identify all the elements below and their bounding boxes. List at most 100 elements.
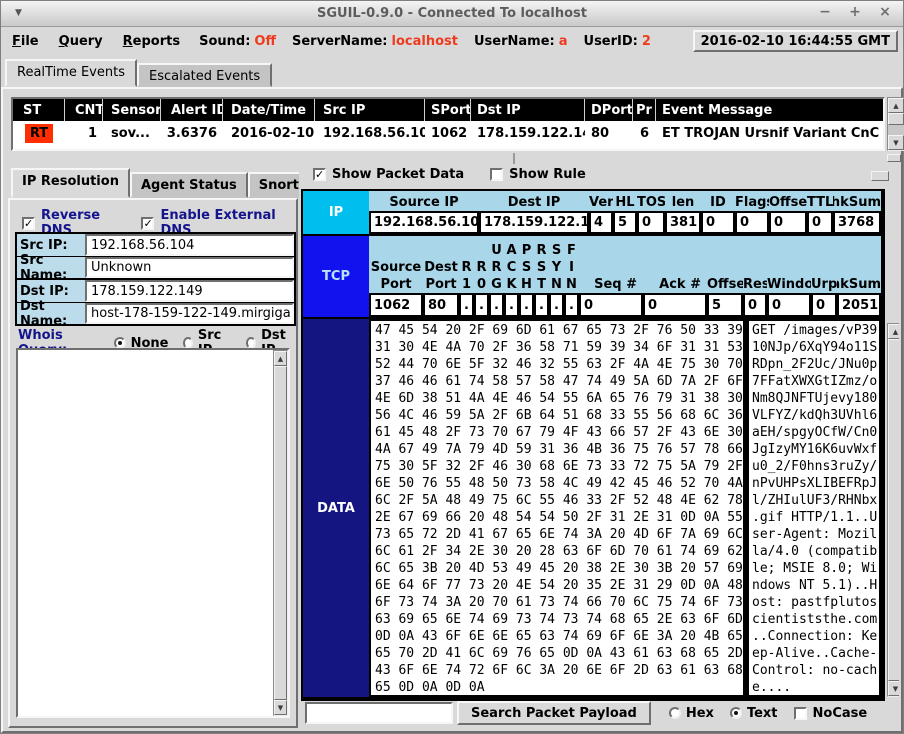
clock: 2016-02-10 16:44:55 GMT xyxy=(693,30,898,52)
tab-realtime-events[interactable]: RealTime Events xyxy=(5,59,137,87)
checkbox-empty-icon xyxy=(794,707,807,720)
col-dst-ip: Dst IP xyxy=(471,99,585,121)
main-tabbar: RealTime Events Escalated Events xyxy=(5,59,272,87)
tab-ip-resolution[interactable]: IP Resolution xyxy=(11,168,130,198)
show-rule-checkbox[interactable]: Show Rule xyxy=(490,167,586,182)
dst-name-field[interactable]: host-178-159-122-149.mirgiga.net xyxy=(85,303,294,324)
ascii-dump-text: GET /images/vP39 10NJp/6XqY94o11S RDpn_2… xyxy=(747,319,881,697)
close-icon[interactable]: × xyxy=(877,4,893,20)
menu-reports[interactable]: Reports xyxy=(120,32,183,51)
tab-escalated-events[interactable]: Escalated Events xyxy=(137,63,272,87)
scroll-thumb[interactable] xyxy=(274,366,287,700)
minimize-icon[interactable]: − xyxy=(817,4,833,20)
event-table-scrollbar[interactable]: ▲ ▼ xyxy=(887,97,904,151)
tab-agent-status[interactable]: Agent Status xyxy=(130,172,248,198)
dst-ip-field[interactable]: 178.159.122.149 xyxy=(85,280,294,302)
tcp-val-window: 0 xyxy=(767,293,811,317)
src-ip-field[interactable]: 192.168.56.104 xyxy=(85,234,294,256)
scroll-thumb[interactable] xyxy=(888,113,904,125)
show-packet-data-checkbox[interactable]: ✓ Show Packet Data xyxy=(313,167,464,182)
packet-pane-grip[interactable] xyxy=(871,171,889,181)
tcp-hdr-r0: R 0 xyxy=(474,259,489,293)
tab-snort-statistics[interactable]: Snort Stati xyxy=(248,172,299,198)
scroll-down-icon[interactable]: ▼ xyxy=(888,681,899,696)
tcp-section-label: TCP xyxy=(303,236,369,317)
menu-file[interactable]: File xyxy=(9,32,42,51)
scroll-up-icon[interactable]: ▲ xyxy=(888,324,899,339)
payload-scrollbar[interactable]: ▲ ▼ xyxy=(887,323,899,697)
src-name-field[interactable]: Unknown xyxy=(85,257,294,278)
servername-value: localhost xyxy=(392,34,458,49)
left-tabbar: IP Resolution Agent Status Snort Stati xyxy=(11,167,299,198)
sound-value: Off xyxy=(254,34,276,49)
sound-label: Sound: xyxy=(199,34,250,49)
username-value: a xyxy=(559,34,568,49)
nocase-label: NoCase xyxy=(813,706,868,721)
scroll-up-icon[interactable]: ▲ xyxy=(888,98,904,113)
hex-dump-text: 47 45 54 20 2F 69 6D 61 67 65 73 2F 76 5… xyxy=(369,319,745,697)
dest-host-group: Dst IP: 178.159.122.149 Dst Name: host-1… xyxy=(15,278,296,326)
hex-radio[interactable]: Hex xyxy=(669,706,714,721)
ip-val-dest: 178.159.122.149 xyxy=(479,211,589,234)
tcp-hdr-offset: Offset xyxy=(707,276,743,293)
nocase-checkbox[interactable]: NoCase xyxy=(794,706,868,721)
status-badge: RT xyxy=(25,124,53,143)
scroll-trough[interactable] xyxy=(888,125,904,135)
scroll-thumb[interactable] xyxy=(888,339,899,681)
menu-query[interactable]: Query xyxy=(56,32,106,51)
tcp-val-chksum: 2051 xyxy=(837,293,881,317)
tcp-hdr-urp: Urp xyxy=(811,276,837,293)
tcp-val-syn: . xyxy=(549,293,564,317)
ip-val-id: 0 xyxy=(701,211,735,234)
whois-scrollbar[interactable]: ▲ ▼ xyxy=(273,350,288,716)
tcp-val-ack: . xyxy=(504,293,519,317)
scroll-down-icon[interactable]: ▼ xyxy=(888,135,904,150)
tcp-val-psh: . xyxy=(519,293,534,317)
checkbox-empty-icon xyxy=(490,168,503,181)
ip-section: IP Source IP Dest IP Ver HL TOS len ID F… xyxy=(303,191,883,234)
tcp-val-r1: . xyxy=(459,293,474,317)
pane-sash-line xyxy=(513,153,515,164)
scroll-up-icon[interactable]: ▲ xyxy=(274,351,287,366)
tcp-val-r0: . xyxy=(474,293,489,317)
cell-dst-ip: 178.159.122.149 xyxy=(471,121,585,145)
scroll-down-icon[interactable]: ▼ xyxy=(274,700,287,715)
tcp-hdr-r1: R 1 xyxy=(459,259,474,293)
tcp-hdr-seq: Seq # xyxy=(579,276,643,293)
ip-val-chksum: 3768 xyxy=(833,211,881,234)
tcp-val-fin: . xyxy=(564,293,579,317)
col-src-ip: Src IP xyxy=(315,99,425,121)
left-panel: IP Resolution Agent Status Snort Stati ✓… xyxy=(7,165,299,729)
payload-search-input[interactable] xyxy=(305,702,453,724)
packet-panel: ✓ Show Packet Data Show Rule IP Source I… xyxy=(299,165,899,729)
ip-section-label: IP xyxy=(303,191,369,234)
sguil-window: ▼ SGUIL-0.9.0 - Connected To localhost −… xyxy=(0,0,904,734)
source-host-group: Src IP: 192.168.56.104 Src Name: Unknown xyxy=(15,232,296,280)
maximize-icon[interactable]: + xyxy=(847,4,863,20)
ip-hdr-tos: TOS xyxy=(637,194,665,211)
hex-radio-label: Hex xyxy=(686,706,714,721)
col-sensor: Sensor xyxy=(103,99,161,121)
cell-dport: 80 xyxy=(585,121,633,145)
payload-search-row: Search Packet Payload Hex Text NoCase xyxy=(305,701,867,725)
col-pr: Pr xyxy=(633,99,656,121)
cell-event-message: ET TROJAN Ursnif Variant CnC Beacon xyxy=(656,121,883,145)
pane-sash-grip[interactable] xyxy=(887,154,901,162)
ip-hdr-ttl: TTL xyxy=(807,194,833,211)
ip-hdr-flags: Flags xyxy=(735,194,769,211)
show-rule-label: Show Rule xyxy=(509,167,586,182)
ip-val-flags: 0 xyxy=(735,211,769,234)
text-radio[interactable]: Text xyxy=(730,706,778,721)
event-row[interactable]: RT 1 sov... 3.6376 2016-02-10... 192.168… xyxy=(13,121,883,145)
ip-val-ttl: 0 xyxy=(807,211,833,234)
search-packet-payload-button[interactable]: Search Packet Payload xyxy=(457,701,651,725)
title-bar: ▼ SGUIL-0.9.0 - Connected To localhost −… xyxy=(1,1,903,27)
tcp-hdr-ack: A C K xyxy=(504,242,519,293)
col-sport: SPort xyxy=(425,99,471,121)
userid-label: UserID: xyxy=(584,34,638,49)
cell-alert-id: 3.6376 xyxy=(161,121,223,145)
tcp-hdr-syn: S Y N xyxy=(549,242,564,293)
tcp-hdr-rst: R S T xyxy=(534,242,549,293)
event-table-header: ST CNT Sensor Alert ID Date/Time Src IP … xyxy=(13,99,883,121)
whois-result-area[interactable] xyxy=(16,348,290,718)
